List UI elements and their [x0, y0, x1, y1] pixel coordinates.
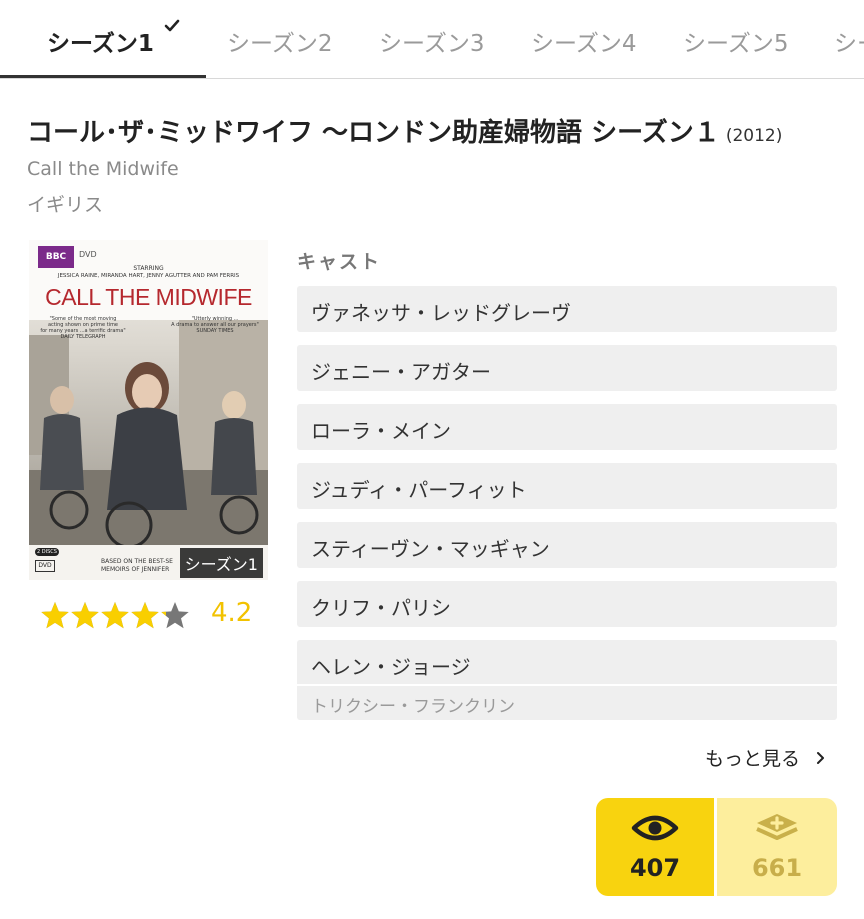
want-to-watch-button[interactable]: 661: [717, 798, 837, 896]
tab-season-2[interactable]: シーズン2: [227, 24, 332, 58]
poster-image[interactable]: BBC DVD STARRING JESSICA RAINE, MIRANDA …: [29, 240, 268, 580]
rating-stars: [40, 597, 190, 631]
dvd-video-logo-text: DVD: [38, 562, 52, 569]
country: イギリス: [27, 194, 104, 216]
star-icon: [161, 602, 189, 629]
cast-item[interactable]: クリフ・パリシ: [297, 581, 837, 627]
star-icon: [71, 602, 99, 629]
chevron-right-icon: [817, 752, 825, 764]
poster-discs: 2 DISCS: [35, 548, 59, 556]
cast-item[interactable]: ジェニー・アガター: [297, 345, 837, 391]
add-stack-icon: [756, 814, 798, 840]
dvd-video-logo: DVD: [35, 560, 55, 572]
watched-count: 407: [629, 854, 681, 882]
action-buttons: 407 661: [596, 798, 837, 896]
star-icon: [131, 602, 159, 629]
poster-starring-names: JESSICA RAINE, MIRANDA HART, JENNY AGUTT…: [57, 273, 240, 279]
poster-headline: CALL THE MIDWIFE: [45, 284, 252, 310]
star-icon: [101, 602, 129, 629]
cast-item[interactable]: ジュディ・パーフィット: [297, 463, 837, 509]
original-title: Call the Midwife: [27, 158, 179, 180]
watched-button[interactable]: 407: [596, 798, 714, 896]
cast-item-role: トリクシー・フランクリン: [297, 686, 837, 720]
poster-based-on-1: BASED ON THE BEST-SE: [101, 558, 173, 565]
tab-season-1[interactable]: シーズン1: [47, 24, 154, 58]
active-tab-indicator: [0, 75, 206, 78]
work-title-text: コール･ザ･ミッドワイフ 〜ロンドン助産婦物語 シーズン１: [27, 118, 720, 148]
tab-season-3[interactable]: シーズン3: [379, 24, 484, 58]
season-badge: シーズン1: [179, 548, 263, 578]
checkmark-icon: [164, 19, 180, 32]
tab-season-4[interactable]: シーズン4: [531, 24, 636, 58]
poster-starring-label: STARRING: [133, 265, 164, 272]
tab-season-6[interactable]: シー: [834, 24, 864, 58]
dvd-label: DVD: [79, 250, 97, 259]
poster-quote-left: "Some of the most moving acting shown on…: [33, 316, 133, 340]
more-cast-label: もっと見る: [705, 748, 801, 770]
poster-quote-right-source: SUNDAY TIMES: [196, 328, 234, 334]
work-year: (2012): [725, 126, 783, 146]
cast-item[interactable]: ローラ・メイン: [297, 404, 837, 450]
cast-item[interactable]: ヘレン・ジョージ: [297, 640, 837, 684]
season-tabs: シーズン1 シーズン2 シーズン3 シーズン4 シーズン5 シー: [0, 0, 864, 79]
cast-item[interactable]: スティーヴン・マッギャン: [297, 522, 837, 568]
poster-based-on-2: MEMOIRS OF JENNIFER: [101, 566, 170, 573]
bbc-logo-text: BBC: [45, 252, 67, 262]
eye-icon: [631, 815, 679, 841]
work-title: コール･ザ･ミッドワイフ 〜ロンドン助産婦物語 シーズン１ (2012): [27, 112, 782, 149]
rating-value: 4.2: [211, 598, 253, 628]
cast-item[interactable]: ヴァネッサ・レッドグレーヴ: [297, 286, 837, 332]
tab-season-5[interactable]: シーズン5: [683, 24, 788, 58]
want-count: 661: [751, 854, 803, 882]
more-cast-link[interactable]: もっと見る: [705, 744, 826, 771]
poster-based-on: BASED ON THE BEST-SE MEMOIRS OF JENNIFER: [101, 558, 173, 574]
star-icon: [41, 602, 69, 629]
poster-quote-left-source: DAILY TELEGRAPH: [60, 334, 106, 340]
cast-heading: キャスト: [297, 251, 382, 273]
poster-quote-right: "Utterly winning ... A drama to answer a…: [165, 316, 265, 334]
